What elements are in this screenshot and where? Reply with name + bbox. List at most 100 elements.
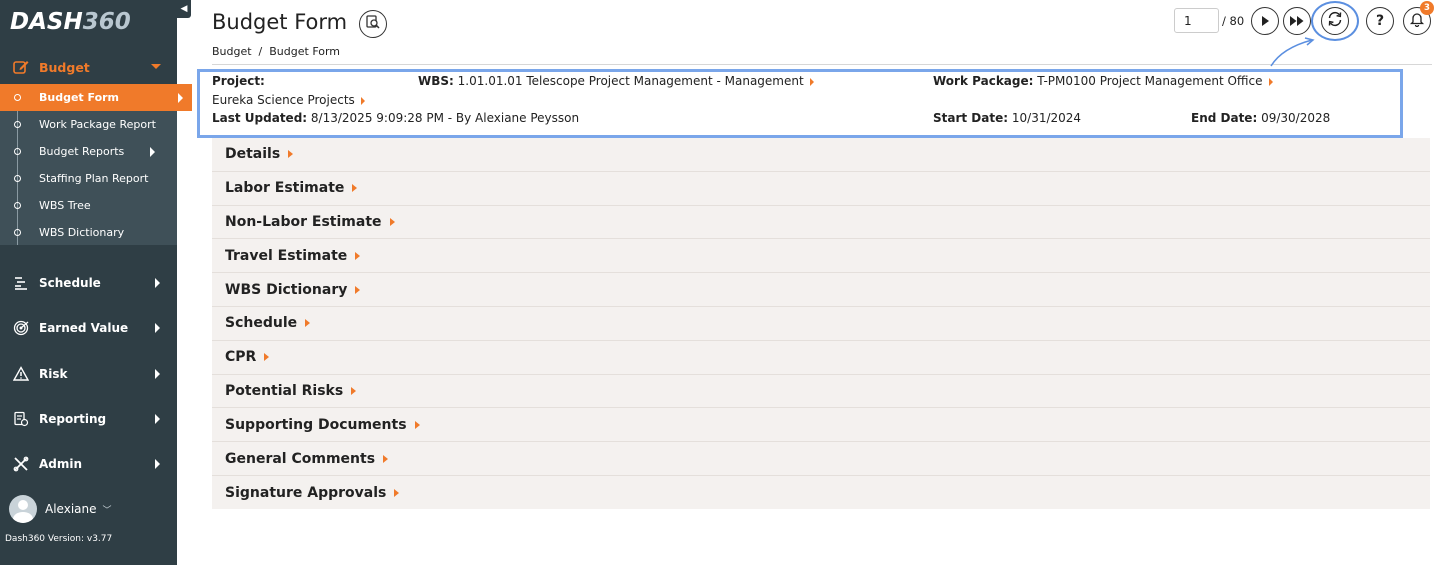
play-icon: [1259, 12, 1271, 31]
section-title: Potential Risks: [225, 382, 344, 399]
bullet-icon: [14, 121, 21, 128]
section-title: Supporting Documents: [225, 416, 407, 433]
section-schedule[interactable]: Schedule: [212, 307, 1430, 341]
next-page-button[interactable]: [1251, 7, 1279, 35]
preview-button[interactable]: [359, 10, 387, 38]
sidebar-subitem-staffing-plan-report[interactable]: Staffing Plan Report: [0, 165, 177, 192]
section-travel-estimate[interactable]: Travel Estimate: [212, 239, 1430, 274]
section-title: Labor Estimate: [225, 180, 345, 197]
sidebar-item-earned-value[interactable]: Earned Value: [0, 305, 177, 350]
caret-right-icon: [355, 285, 361, 294]
caret-right-icon: [394, 488, 400, 497]
work-package-info[interactable]: Work Package: T-PM0100 Project Managemen…: [933, 74, 1273, 88]
refresh-button[interactable]: [1321, 7, 1349, 35]
sidebar-subitem-work-package-report[interactable]: Work Package Report: [0, 111, 177, 138]
bullet-icon: [14, 175, 21, 182]
sidebar-item-risk[interactable]: Risk: [0, 351, 177, 396]
wbs-info[interactable]: WBS: 1.01.01.01 Telescope Project Manage…: [418, 74, 814, 88]
sidebar-item-schedule[interactable]: Schedule: [0, 260, 177, 305]
section-labor-estimate[interactable]: Labor Estimate: [212, 172, 1430, 206]
sidebar: DASH360 Budget Budget Form Work Package R…: [0, 0, 192, 565]
caret-right-icon: [809, 77, 814, 86]
caret-left-icon: ◀: [180, 4, 188, 14]
version-text: Dash360 Version: v3.77: [5, 534, 113, 544]
sidebar-item-label: Admin: [39, 456, 83, 471]
notification-badge: 3: [1420, 1, 1434, 15]
sidebar-subitem-label: Work Package Report: [39, 118, 156, 131]
sidebar-item-label: Risk: [39, 366, 68, 381]
caret-right-icon: [383, 454, 389, 463]
chevron-down-icon: ﹀: [102, 505, 112, 516]
end-date-info: End Date: 09/30/2028: [1191, 111, 1331, 125]
caret-right-icon: [150, 147, 155, 157]
caret-right-icon: [351, 386, 357, 395]
caret-right-icon: [414, 420, 420, 429]
caret-right-icon: [1268, 77, 1273, 86]
sidebar-subitem-label: Budget Reports: [39, 145, 125, 158]
project-value[interactable]: Eureka Science Projects: [212, 93, 365, 107]
last-updated-info: Last Updated: 8/13/2025 9:09:28 PM - By …: [212, 111, 580, 125]
warning-icon: [12, 365, 30, 383]
avatar: [9, 495, 37, 523]
page-title: Budget Form: [212, 10, 348, 34]
page-total: / 80: [1222, 14, 1245, 28]
sidebar-subitem-wbs-dictionary[interactable]: WBS Dictionary: [0, 219, 177, 246]
breadcrumb: Budget / Budget Form: [212, 45, 341, 58]
caret-right-icon: [352, 184, 358, 193]
sidebar-item-budget[interactable]: Budget: [0, 52, 177, 82]
header-divider: [212, 64, 1432, 65]
sidebar-subitem-budget-reports[interactable]: Budget Reports: [0, 138, 177, 165]
budget-subnav: Budget Form Work Package Report Budget Rep…: [0, 84, 192, 246]
caret-right-icon: [389, 217, 395, 226]
sidebar-item-label: Earned Value: [39, 320, 129, 335]
collapse-sidebar-button[interactable]: ◀: [177, 0, 191, 18]
logo-text-360: 360: [82, 9, 131, 35]
caret-right-icon: [305, 319, 311, 328]
sidebar-subitem-label: Staffing Plan Report: [39, 172, 149, 185]
section-wbs-dictionary[interactable]: WBS Dictionary: [212, 273, 1430, 307]
caret-right-icon: [288, 150, 294, 159]
sidebar-item-admin[interactable]: Admin: [0, 441, 177, 486]
bullet-icon: [14, 94, 21, 101]
caret-right-icon: [155, 459, 160, 469]
document-search-icon: [365, 14, 381, 34]
section-title: Travel Estimate: [225, 247, 348, 264]
caret-right-icon: [264, 353, 270, 362]
section-cpr[interactable]: CPR: [212, 341, 1430, 375]
section-general-comments[interactable]: General Comments: [212, 442, 1430, 476]
user-name: Alexiane: [45, 502, 97, 516]
sidebar-item-reporting[interactable]: Reporting: [0, 396, 177, 441]
refresh-icon: [1326, 10, 1344, 32]
caret-right-icon: [155, 323, 160, 333]
page-number-input[interactable]: [1174, 8, 1219, 33]
section-title: Non-Labor Estimate: [225, 213, 382, 230]
sidebar-item-label: Schedule: [39, 275, 101, 290]
section-non-labor-estimate[interactable]: Non-Labor Estimate: [212, 206, 1430, 240]
section-title: WBS Dictionary: [225, 281, 348, 298]
project-label: Project:: [212, 74, 265, 88]
sidebar-subitem-label: WBS Dictionary: [39, 226, 125, 239]
section-supporting-documents[interactable]: Supporting Documents: [212, 408, 1430, 443]
section-signature-approvals[interactable]: Signature Approvals: [212, 476, 1430, 510]
last-page-button[interactable]: [1283, 7, 1311, 35]
caret-right-icon: [155, 369, 160, 379]
start-date-info: Start Date: 10/31/2024: [933, 111, 1082, 125]
section-title: Schedule: [225, 315, 298, 332]
section-details[interactable]: Details: [212, 138, 1430, 172]
caret-right-icon: [178, 93, 183, 103]
sidebar-subitem-wbs-tree[interactable]: WBS Tree: [0, 192, 177, 219]
sidebar-subitem-budget-form[interactable]: Budget Form: [0, 84, 192, 111]
section-potential-risks[interactable]: Potential Risks: [212, 375, 1430, 409]
user-menu[interactable]: Alexiane ﹀: [9, 495, 112, 523]
pointer-arrow: [1270, 37, 1315, 67]
schedule-icon: [12, 274, 30, 292]
tools-icon: [12, 455, 30, 473]
caret-right-icon: [360, 96, 365, 105]
caret-right-icon: [155, 278, 160, 288]
bullet-icon: [14, 229, 21, 236]
fast-forward-icon: [1289, 12, 1305, 31]
caret-right-icon: [155, 414, 160, 424]
target-icon: [12, 319, 30, 337]
dash360-logo[interactable]: DASH360: [10, 6, 131, 38]
help-button[interactable]: ?: [1366, 7, 1394, 35]
